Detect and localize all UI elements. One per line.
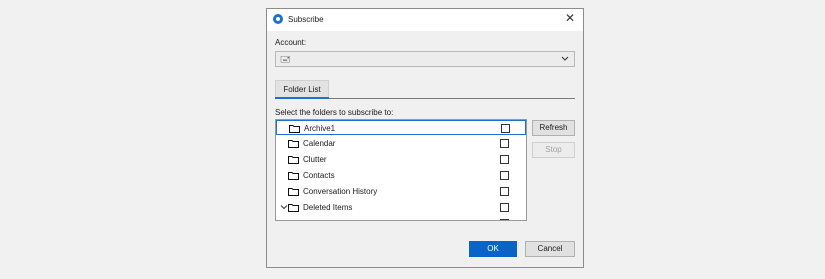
folder-icon [288, 188, 299, 196]
subscribe-checkbox[interactable] [500, 171, 509, 180]
chevron-down-icon [561, 56, 569, 61]
list-item[interactable]: Archive1 [276, 120, 526, 135]
list-item[interactable]: Calendar [276, 136, 526, 151]
account-label: Account: [275, 38, 307, 47]
ok-button[interactable]: OK [469, 241, 517, 257]
list-item[interactable] [276, 216, 526, 221]
refresh-button[interactable]: Refresh [532, 120, 575, 136]
ok-button-label: OK [487, 244, 499, 253]
close-icon[interactable]: ✕ [565, 12, 575, 24]
cancel-button-label: Cancel [537, 244, 563, 253]
folder-name: Contacts [303, 171, 335, 180]
list-item[interactable]: Deleted Items [276, 200, 526, 215]
folder-icon [288, 172, 299, 180]
folder-icon [288, 156, 299, 164]
folder-icon [289, 125, 300, 133]
folder-name: Calendar [303, 139, 336, 148]
stop-button-label: Stop [545, 145, 562, 154]
subscribe-checkbox[interactable] [500, 203, 509, 212]
folder-name: Archive1 [304, 124, 336, 133]
list-item[interactable]: Contacts [276, 168, 526, 183]
folder-icon [296, 219, 307, 221]
folders-label: Select the folders to subscribe to: [275, 108, 394, 117]
thunderbird-icon [273, 14, 283, 24]
chevron-down-icon[interactable] [280, 203, 288, 211]
folder-name: Deleted Items [303, 203, 353, 212]
list-item[interactable]: Clutter [276, 152, 526, 167]
account-select[interactable]: 🖃 [275, 51, 575, 67]
folder-name: Conversation History [303, 187, 378, 196]
stop-button[interactable]: Stop [532, 142, 575, 158]
subscribe-dialog: Subscribe ✕ Account: 🖃 Folder List Selec… [266, 8, 584, 268]
list-item[interactable]: Conversation History [276, 184, 526, 199]
folder-list[interactable]: Archive1 Calendar Clutter Contacts Conve… [275, 119, 527, 221]
account-card-icon: 🖃 [280, 54, 291, 64]
subscribe-checkbox[interactable] [501, 124, 510, 133]
refresh-button-label: Refresh [539, 123, 568, 132]
subscribe-checkbox[interactable] [500, 139, 509, 148]
folder-icon [288, 140, 299, 148]
subscribe-checkbox[interactable] [500, 187, 509, 196]
title-bar: Subscribe ✕ [267, 9, 583, 31]
folder-icon [288, 204, 299, 212]
folder-name: Clutter [303, 155, 327, 164]
subscribe-checkbox[interactable] [500, 219, 509, 220]
tab-active-indicator [275, 97, 329, 99]
window-title: Subscribe [288, 15, 324, 24]
cancel-button[interactable]: Cancel [525, 241, 575, 257]
subscribe-checkbox[interactable] [500, 155, 509, 164]
